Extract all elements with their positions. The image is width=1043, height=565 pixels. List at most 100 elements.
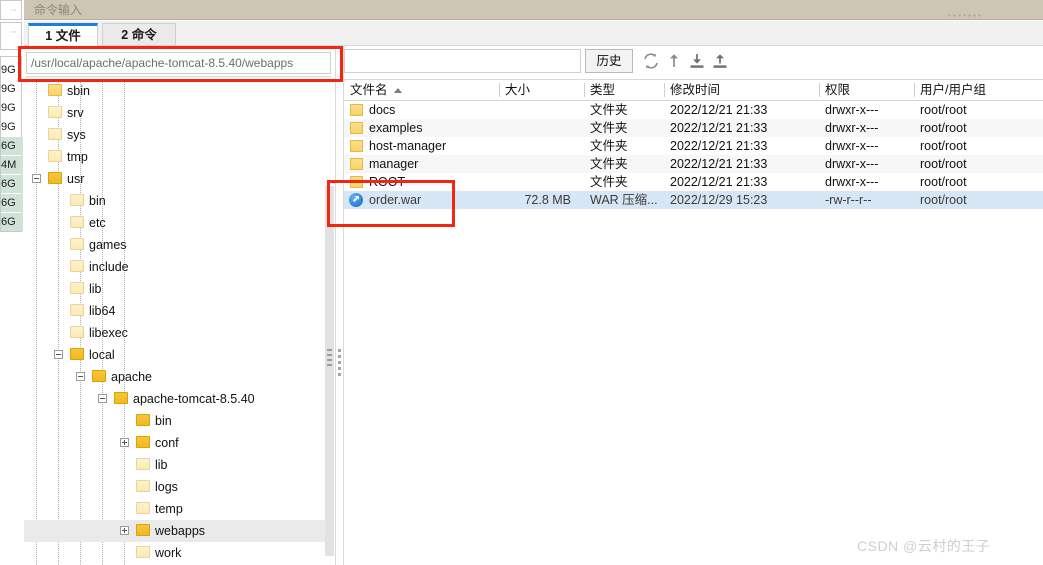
tree-item-label: usr [67,172,85,186]
bottom-left-filler [0,556,24,565]
file-size [499,155,571,173]
file-perm: drwxr-x--- [825,139,879,153]
file-type: 文件夹 [590,103,628,117]
file-perm: -rw-r--r-- [825,193,872,207]
collapse-icon[interactable] [98,394,107,403]
expand-icon[interactable] [120,526,129,535]
upload-icon[interactable] [710,51,730,71]
file-name: ROOT [369,175,406,189]
tree-item-libexec[interactable]: libexec [24,322,334,344]
disk-size-value: 4M [1,156,23,174]
table-row[interactable]: ROOT 文件夹 2022/12/21 21:33 drwxr-x--- root/ro… [344,173,1043,191]
tree-item-games[interactable]: games [24,234,334,256]
tree-item-label: lib64 [89,304,116,318]
column-header-label: 用户/用户组 [920,83,986,97]
tree-item-apache-tomcat-8-5-40[interactable]: apache-tomcat-8.5.40 [24,388,334,410]
main-split-area: /usr/local/apache/apache-tomcat-8.5.40/w… [24,46,1043,565]
history-button[interactable]: 历史 [585,49,633,73]
column-header-type[interactable]: 类型 [584,80,664,100]
column-header-owner[interactable]: 用户/用户组 [914,80,1039,100]
tab-files[interactable]: 1 文件 [28,23,98,46]
tree-item-tmp[interactable]: tmp [24,146,334,168]
tree-item-temp[interactable]: temp [24,498,334,520]
column-header-size[interactable]: 大小 [499,80,579,100]
table-row[interactable]: examples 文件夹 2022/12/21 21:33 drwxr-x--- roo… [344,119,1043,137]
path-input[interactable]: /usr/local/apache/apache-tomcat-8.5.40/w… [26,52,331,74]
filter-input[interactable] [344,49,581,73]
folder-icon [136,458,150,470]
tree-item-srv[interactable]: srv [24,102,334,124]
column-header-name[interactable]: 文件名 [344,80,499,100]
folder-icon [70,326,84,338]
table-row[interactable]: manager 文件夹 2022/12/21 21:33 drwxr-x--- root… [344,155,1043,173]
tree-item-logs[interactable]: logs [24,476,334,498]
command-input-placeholder[interactable]: 命令输入 [34,1,1019,19]
tree-item-usr[interactable]: usr [24,168,334,190]
tree-item-label: games [89,238,127,252]
file-type: WAR 压缩... [590,193,658,207]
tree-item-conf[interactable]: conf [24,432,334,454]
file-owner: root/root [920,193,967,207]
table-row[interactable]: order.war 72.8 MB WAR 压缩... 2022/12/29 15:2… [344,191,1043,209]
column-header-mtime[interactable]: 修改时间 [664,80,819,100]
tree-item-lib[interactable]: lib [24,454,334,476]
file-mtime: 2022/12/21 21:33 [670,139,768,153]
file-size [499,137,571,155]
tree-item-webapps[interactable]: webapps [24,520,334,542]
file-perm: drwxr-x--- [825,175,879,189]
tree-item-sys[interactable]: sys [24,124,334,146]
tab-commands[interactable]: 2 命令 [102,23,176,46]
folder-icon [114,392,128,404]
pane-splitter[interactable] [335,46,344,565]
tree-item-label: include [89,260,129,274]
tree-item-bin[interactable]: bin [24,410,334,432]
download-icon[interactable] [687,51,707,71]
clipped-panel-top: ⋯ [0,0,22,20]
tree-item-lib[interactable]: lib [24,278,334,300]
table-row[interactable]: host-manager 文件夹 2022/12/21 21:33 drwxr-x--… [344,137,1043,155]
table-row[interactable]: docs 文件夹 2022/12/21 21:33 drwxr-x--- root/ro… [344,101,1043,119]
tree-item-apache[interactable]: apache [24,366,334,388]
file-mtime: 2022/12/21 21:33 [670,157,768,171]
collapse-icon[interactable] [32,174,41,183]
file-type: 文件夹 [590,121,628,135]
folder-icon [48,106,62,118]
tree-item-label: sys [67,128,86,142]
tree-item-work[interactable]: work [24,542,334,564]
disk-size-value: 9G [1,64,16,76]
disk-size-value: 6G [1,175,23,193]
file-mtime: 2022/12/21 21:33 [670,103,768,117]
folder-icon [136,414,150,426]
tree-item-bin[interactable]: bin [24,190,334,212]
collapse-icon[interactable] [76,372,85,381]
disk-size-value: 9G [1,121,16,133]
column-header-label: 大小 [505,83,531,97]
resize-grip-icon[interactable] [947,13,983,18]
folder-icon [136,436,150,448]
file-type: 文件夹 [590,157,628,171]
tree-scrollbar-thumb[interactable] [326,346,333,372]
refresh-icon[interactable] [641,51,661,71]
file-perm: drwxr-x--- [825,103,879,117]
tree-item-local[interactable]: local [24,344,334,366]
tree-item-lib64[interactable]: lib64 [24,300,334,322]
column-header-perm[interactable]: 权限 [819,80,914,100]
tree-item-include[interactable]: include [24,256,334,278]
disk-size-value: 6G [1,194,23,212]
file-owner: root/root [920,139,967,153]
directory-tree[interactable]: sbin srv sys tmp usr bin etc games include lib lib… [24,80,334,565]
disk-size-value: 6G [1,137,23,155]
file-rows[interactable]: docs 文件夹 2022/12/21 21:33 drwxr-x--- root/ro… [344,101,1043,565]
go-up-icon[interactable] [664,51,684,71]
tree-item-sbin[interactable]: sbin [24,80,334,102]
tree-item-label: lib [89,282,102,296]
file-mtime: 2022/12/29 15:23 [670,193,768,207]
column-header-row[interactable]: 文件名 大小 类型 修改时间 权限 用户/用户组 [344,80,1043,101]
file-mtime: 2022/12/21 21:33 [670,121,768,135]
tree-item-label: bin [155,414,172,428]
tree-item-label: work [155,546,182,560]
expand-icon[interactable] [120,438,129,447]
collapse-icon[interactable] [54,350,63,359]
tree-item-etc[interactable]: etc [24,212,334,234]
command-input-bar[interactable]: 命令输入 [24,0,1043,20]
